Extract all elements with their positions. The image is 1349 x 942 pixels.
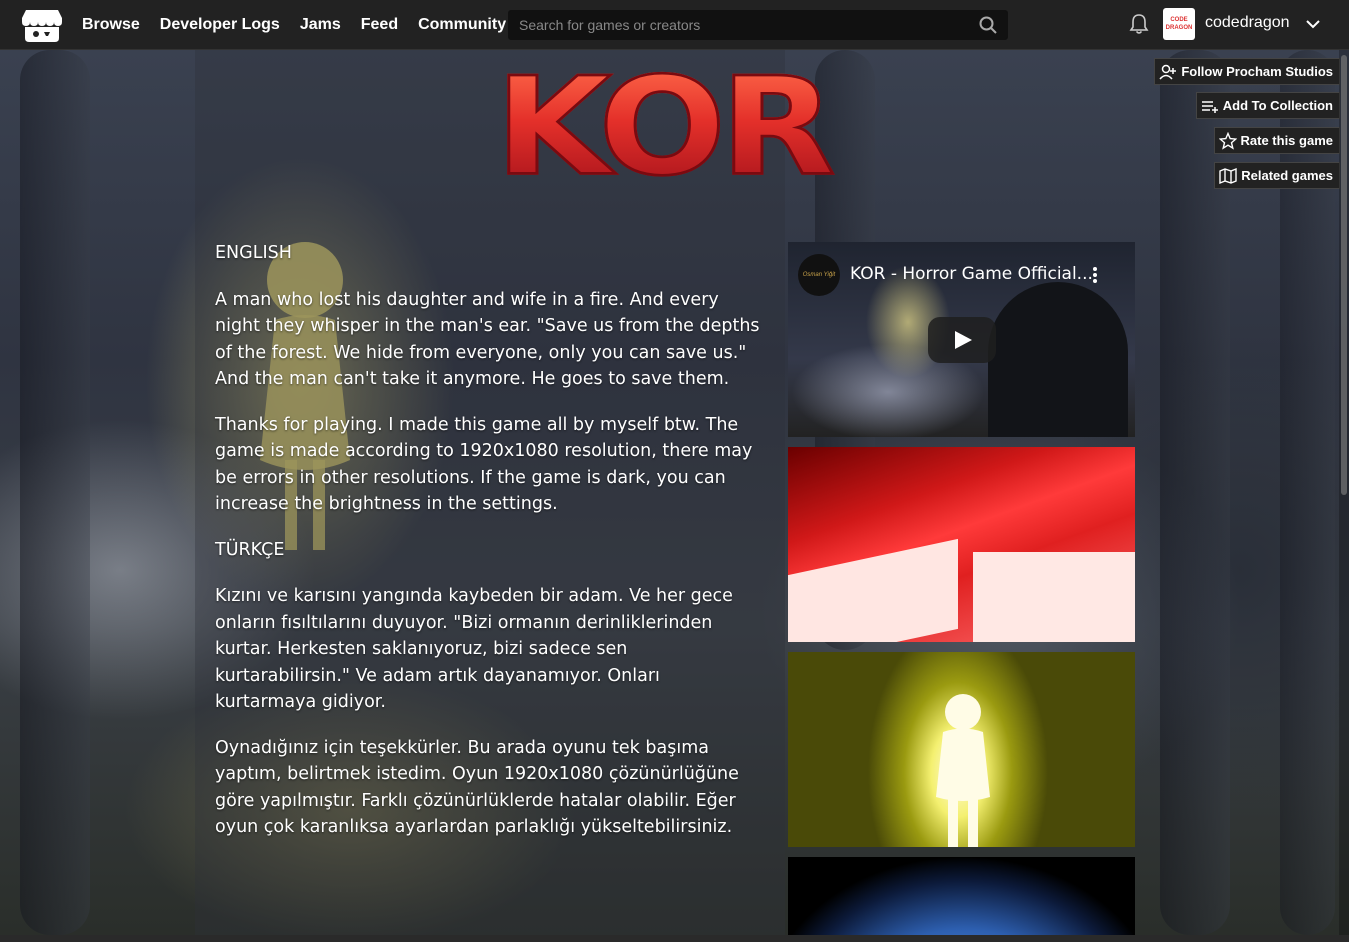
rate-game-label: Rate this game [1240,133,1333,148]
nav-jams[interactable]: Jams [300,16,341,34]
description-heading-turkish: TÜRKÇE [215,539,285,560]
chevron-down-icon[interactable] [1304,15,1322,33]
search-icon[interactable] [979,16,997,34]
add-to-collection-button[interactable]: Add To Collection [1195,92,1340,119]
video-thumbnail-figure [988,282,1128,437]
related-games-button[interactable]: Related games [1214,162,1340,189]
glowing-figure-silhouette [936,694,990,847]
add-to-collection-label: Add To Collection [1222,98,1333,113]
channel-avatar[interactable]: Osman Yiğit [798,254,840,296]
game-description: ENGLISH A man who lost his daughter and … [215,240,763,860]
nav-community[interactable]: Community [418,16,506,34]
trailer-video-embed[interactable]: Osman Yiğit KOR - Horror Game Official..… [788,242,1135,437]
map-icon [1219,167,1237,184]
nav-developer-logs[interactable]: Developer Logs [160,16,280,34]
game-title-banner: KOR [494,59,855,210]
add-to-list-icon [1201,100,1218,113]
add-user-icon [1159,64,1177,80]
page-scrollbar[interactable] [1339,50,1349,935]
notifications-bell-icon[interactable] [1128,13,1150,35]
search-input[interactable] [509,11,969,39]
more-options-icon[interactable] [1092,266,1098,284]
bottom-bar [0,935,1349,942]
description-paragraph: A man who lost his daughter and wife in … [215,289,760,390]
top-navigation-bar: Browse Developer Logs Jams Feed Communit… [0,0,1349,50]
itchio-logo-icon[interactable] [22,8,62,42]
play-button[interactable] [928,317,996,363]
screenshot-red-landscape[interactable] [788,447,1135,642]
scrollbar-thumb[interactable] [1341,55,1347,495]
related-games-label: Related games [1241,168,1333,183]
nav-feed[interactable]: Feed [361,16,398,34]
follow-button[interactable]: Follow Procham Studios [1154,58,1340,85]
screenshot-glowing-figure[interactable] [788,652,1135,847]
user-avatar[interactable]: CODE DRAGON [1163,8,1195,40]
follow-button-label: Follow Procham Studios [1181,64,1333,79]
game-title: KOR [494,59,855,197]
description-paragraph: Kızını ve karısını yangında kaybeden bir… [215,586,733,712]
video-title[interactable]: KOR - Horror Game Official... [850,264,1093,284]
search-box [508,10,1008,40]
screenshot-earth[interactable] [788,857,1135,935]
star-icon [1218,131,1237,150]
nav-browse[interactable]: Browse [82,16,140,34]
description-paragraph: Thanks for playing. I made this game all… [215,414,753,515]
description-heading-english: ENGLISH [215,243,292,263]
rate-game-button[interactable]: Rate this game [1213,127,1340,154]
description-paragraph: Oynadığınız için teşekkürler. Bu arada o… [215,737,739,838]
username-label[interactable]: codedragon [1205,14,1290,32]
main-nav: Browse Developer Logs Jams Feed Communit… [82,0,506,50]
